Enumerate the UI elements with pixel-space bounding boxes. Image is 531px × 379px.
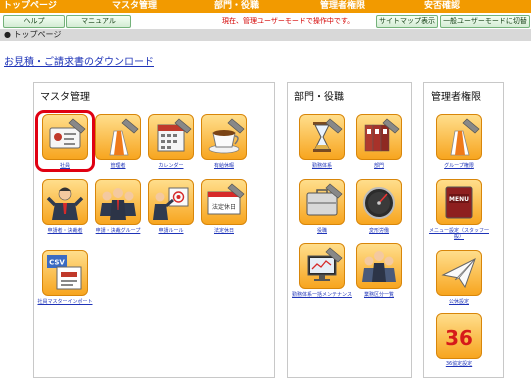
- nav-safety[interactable]: 安否確認: [424, 0, 460, 13]
- calendar-icon: [157, 118, 192, 152]
- download-link[interactable]: お見積・ご請求書のダウンロード: [4, 57, 154, 69]
- toolbar: ヘルプ マニュアル 現在、管理ユーザーモードで操作中です。 サイトマップ表示 一…: [0, 13, 531, 29]
- gauge-icon: [363, 187, 395, 219]
- employee-import-label[interactable]: 社員マスターインポート: [32, 299, 98, 305]
- agreement36-label[interactable]: 36協定設定: [426, 361, 492, 367]
- nav-dept[interactable]: 部門・役職: [214, 0, 259, 13]
- admin-panel-title: 管理者権限: [431, 92, 481, 103]
- group-permission-tile[interactable]: [436, 114, 482, 160]
- applicant-approver-tile[interactable]: [42, 179, 88, 225]
- thirty-six-icon-text: 36: [445, 326, 473, 350]
- thirty-six-icon: 36: [445, 326, 473, 350]
- calendar-tile[interactable]: [148, 114, 194, 160]
- master-panel-title: マスタ管理: [40, 92, 90, 103]
- manager-icon: [109, 118, 139, 156]
- legal-holiday-label[interactable]: 法定休日: [191, 228, 257, 234]
- menu-icon-text: MENU: [449, 196, 469, 203]
- bulk-maintenance-tile[interactable]: [299, 243, 345, 289]
- csv-icon-text: CSV: [49, 259, 65, 267]
- department-tile[interactable]: [356, 114, 402, 160]
- group-permission-label[interactable]: グループ権限: [426, 163, 492, 169]
- hourglass-icon: [313, 118, 343, 152]
- breadcrumb-bar: ● トップページ: [0, 29, 531, 41]
- permission-icon: [450, 118, 480, 156]
- menu-book-icon: MENU: [445, 186, 473, 219]
- holiday-calendar-icon: 法定休日: [207, 183, 245, 215]
- sitemap-button[interactable]: サイトマップ表示: [376, 15, 438, 28]
- paper-plane-icon: [441, 257, 476, 289]
- nav-master[interactable]: マスタ管理: [112, 0, 157, 13]
- paid-leave-label[interactable]: 有給休暇: [191, 163, 257, 169]
- manual-button[interactable]: マニュアル: [66, 15, 131, 28]
- position-tile[interactable]: [299, 179, 345, 225]
- binders-icon: [364, 118, 400, 152]
- work-system-tile[interactable]: [299, 114, 345, 160]
- employee-import-tile[interactable]: CSV: [42, 250, 88, 296]
- public-holiday-tile[interactable]: [436, 250, 482, 296]
- approval-rule-tile[interactable]: [148, 179, 194, 225]
- breadcrumb: ● トップページ: [4, 30, 62, 39]
- task-category-tile[interactable]: [356, 243, 402, 289]
- holiday-calendar-icon-text: 法定休日: [212, 203, 236, 211]
- department-label[interactable]: 部門: [346, 163, 412, 169]
- group-icon: [100, 188, 136, 220]
- selection-highlight: [35, 110, 95, 172]
- approval-group-tile[interactable]: [95, 179, 141, 225]
- mode-notice: 現在、管理ユーザーモードで操作中です。: [222, 17, 355, 25]
- team-icon: [362, 251, 396, 282]
- top-nav-bar: トップページ マスタ管理 部門・役職 管理者権限 安否確認: [0, 0, 531, 13]
- menu-settings-tile[interactable]: MENU: [436, 179, 482, 225]
- admin-user-tile[interactable]: [95, 114, 141, 160]
- public-holiday-label[interactable]: 公休設定: [426, 299, 492, 305]
- briefcase-icon: [306, 183, 343, 216]
- nav-admin[interactable]: 管理者権限: [320, 0, 365, 13]
- agreement36-tile[interactable]: 36: [436, 313, 482, 359]
- coffee-cup-icon: [208, 118, 245, 154]
- legal-holiday-tile[interactable]: 法定休日: [201, 179, 247, 225]
- nav-top-page[interactable]: トップページ: [3, 0, 57, 13]
- dept-panel-title: 部門・役職: [294, 92, 344, 103]
- flex-labor-tile[interactable]: [356, 179, 402, 225]
- presenter-icon: [153, 187, 189, 220]
- monitor-icon: [307, 247, 343, 281]
- businessman-icon: [46, 187, 84, 220]
- menu-settings-label[interactable]: メニュー設定（スタッフ一般）: [426, 228, 492, 240]
- paid-leave-tile[interactable]: [201, 114, 247, 160]
- flex-labor-label[interactable]: 変形労働: [346, 228, 412, 234]
- help-button[interactable]: ヘルプ: [3, 15, 65, 28]
- csv-file-icon: CSV: [47, 255, 82, 290]
- task-category-label[interactable]: 業務区分一覧: [346, 292, 412, 298]
- switch-user-mode-button[interactable]: 一般ユーザーモードに切替: [440, 15, 530, 28]
